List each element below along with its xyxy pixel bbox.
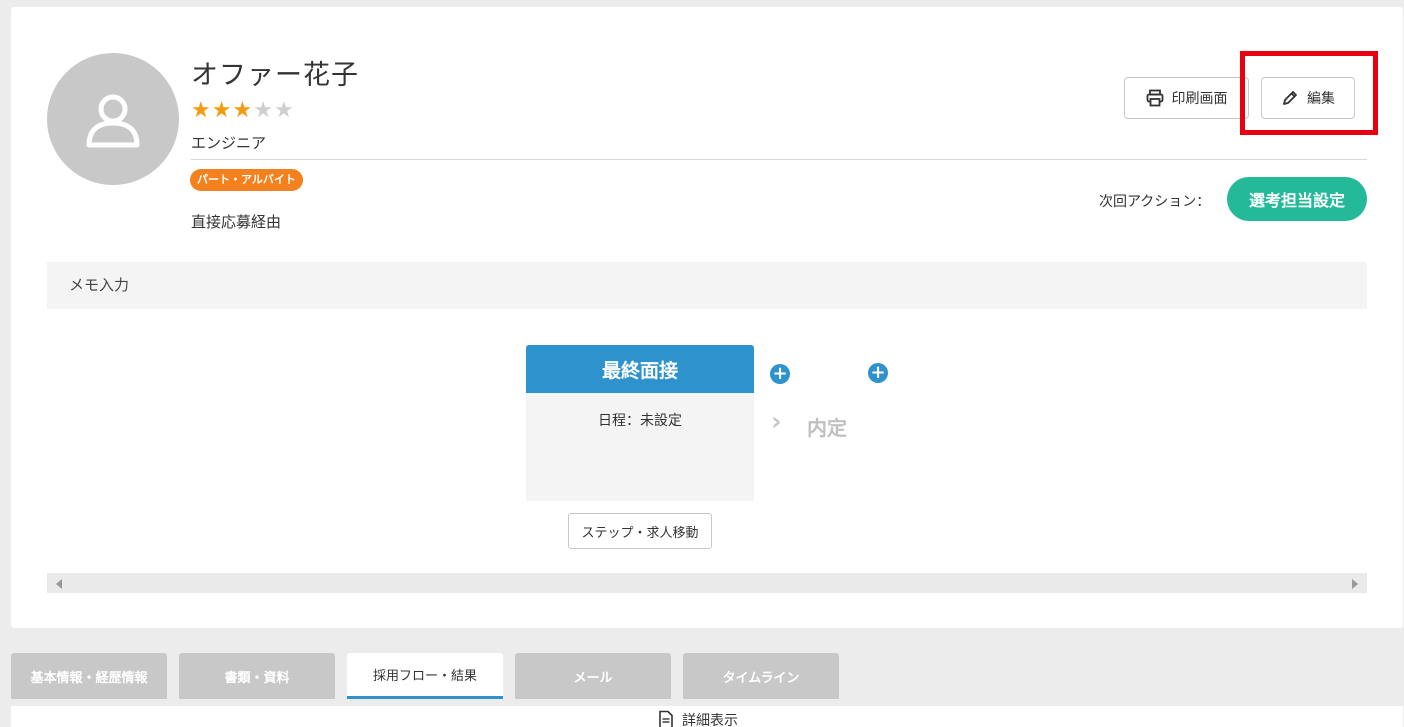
next-step-label: 内定 — [807, 416, 847, 440]
star-icon[interactable]: ★ — [232, 100, 252, 122]
document-icon — [659, 710, 673, 727]
add-step-icon[interactable]: + — [770, 364, 790, 384]
tab-basic-info[interactable]: 基本情報・経歴情報 — [11, 653, 167, 699]
step-move-button[interactable]: ステップ・求人移動 — [568, 513, 712, 549]
rating-stars[interactable]: ★ ★ ★ ★ ★ — [191, 100, 294, 122]
job-title: エンジニア — [191, 134, 267, 152]
star-icon[interactable]: ★ — [191, 100, 211, 122]
step-title[interactable]: 最終面接 — [526, 345, 754, 393]
horizontal-scrollbar[interactable] — [47, 573, 1367, 593]
tab-documents[interactable]: 書類・資料 — [179, 653, 335, 699]
divider — [191, 159, 1367, 160]
step-card: 最終面接 日程：未設定 — [526, 345, 754, 501]
application-source: 直接応募経由 — [191, 213, 282, 231]
star-icon[interactable]: ★ — [274, 100, 294, 122]
detail-toggle[interactable]: 詳細表示 — [658, 710, 738, 727]
star-icon[interactable]: ★ — [253, 100, 273, 122]
next-action-label: 次回アクション： — [1099, 194, 1211, 210]
scroll-left-icon[interactable] — [56, 579, 62, 589]
scroll-right-icon[interactable] — [1352, 579, 1358, 589]
chevron-right-icon: › — [771, 407, 782, 437]
user-avatar-icon — [86, 94, 140, 148]
print-label: 印刷画面 — [1171, 91, 1228, 107]
edit-highlight-box — [1240, 51, 1378, 135]
memo-input[interactable]: メモ入力 — [47, 262, 1367, 309]
assign-selector-button[interactable]: 選考担当設定 — [1227, 177, 1367, 221]
step-schedule: 日程：未設定 — [598, 413, 682, 429]
avatar — [47, 53, 179, 185]
tab-timeline[interactable]: タイムライン — [683, 653, 839, 699]
add-step-icon[interactable]: + — [868, 363, 888, 383]
tab-bar: 基本情報・経歴情報 書類・資料 採用フロー・結果 メール タイムライン — [11, 653, 839, 699]
tab-mail[interactable]: メール — [515, 653, 671, 699]
detail-label: 詳細表示 — [682, 713, 738, 727]
star-icon[interactable]: ★ — [212, 100, 232, 122]
employment-tag: パート・アルバイト — [190, 169, 303, 191]
candidate-card: オファー花子 ★ ★ ★ ★ ★ エンジニア パート・アルバイト 直接応募経由 … — [11, 7, 1403, 628]
printer-icon — [1146, 89, 1163, 107]
candidate-name: オファー花子 — [191, 60, 359, 91]
print-button[interactable]: 印刷画面 — [1124, 77, 1249, 119]
tab-hiring-flow[interactable]: 採用フロー・結果 — [347, 653, 503, 699]
